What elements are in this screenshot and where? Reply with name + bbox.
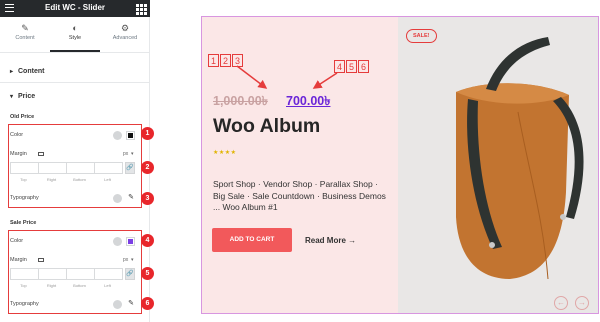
sale-price-margin-bottom[interactable] [66,268,95,280]
old-price-margin-bottom[interactable] [66,162,95,174]
marker-3: 3 [232,54,243,67]
sub-label-top: Top [20,283,27,288]
half-circle-icon: ◐ [72,23,78,33]
annotation-badge-6: 6 [141,297,154,310]
widgets-grid-icon[interactable] [136,4,147,15]
product-image-area: SALE! ← → [398,17,598,313]
tab-content[interactable]: ✎ Content [0,17,50,52]
old-price-typography-label: Typography [10,195,39,201]
sale-price-heading: Sale Price [10,220,37,226]
marker-4: 4 [334,60,345,73]
sale-price-global-color-icon[interactable] [113,237,122,246]
old-price-margin-label: Margin [10,151,27,157]
old-price-color-label: Color [10,132,24,138]
product-description: Sport Shop · Vendor Shop · Parallax Shop… [213,179,386,212]
annotation-badge-3: 3 [141,192,154,205]
annotation-badge-1: 1 [141,127,154,140]
section-content-label: Content [18,68,45,75]
old-price-global-color-icon[interactable] [113,131,122,140]
section-price[interactable]: ▾ Price [0,86,150,108]
editor-panel: Edit WC - Slider ✎ Content ◐ Style ⚙ Adv… [0,0,154,322]
old-price: 1,000.00৳ [213,94,268,108]
link-values-icon[interactable]: 🔗 [125,268,135,280]
pencil-icon: ✎ [21,23,29,33]
annotation-badge-5: 5 [141,267,154,280]
sale-price-margin-label: Margin [10,257,27,263]
panel-header: Edit WC - Slider [0,0,150,17]
gear-icon: ⚙ [120,23,130,33]
sale-price-margin-unit[interactable]: px [123,257,128,263]
tab-content-label: Content [15,35,35,41]
slider-next-button[interactable]: → [575,296,589,310]
star-rating: ★★★★ [213,150,237,156]
chevron-down-icon[interactable]: ▾ [131,257,134,263]
slider-preview: 1 2 3 4 5 6 1,000.00৳ 700.00৳ Woo Album … [201,16,599,314]
slide-content: 1 2 3 4 5 6 1,000.00৳ 700.00৳ Woo Album … [202,17,398,313]
tab-style[interactable]: ◐ Style [50,17,100,52]
desktop-icon[interactable] [38,258,44,262]
old-price-heading: Old Price [10,114,35,120]
section-content[interactable]: ▸ Content [0,61,150,83]
chevron-down-icon: ▾ [10,94,14,100]
sub-label-bottom: Bottom [73,283,86,288]
tab-style-label: Style [68,35,82,41]
screen: Edit WC - Slider ✎ Content ◐ Style ⚙ Adv… [0,0,600,322]
sub-label-right: Right [46,283,57,288]
old-price-margin-unit[interactable]: px [123,151,128,157]
chevron-right-icon: ▸ [10,69,14,75]
sale-price-margin-right[interactable] [38,268,67,280]
edit-typography-icon[interactable]: ✎ [126,299,136,309]
sale-price-margin-left[interactable] [94,268,123,280]
panel-tabs: ✎ Content ◐ Style ⚙ Advanced [0,17,150,53]
sub-label-right: Right [46,177,57,182]
old-price-color-swatch[interactable] [126,131,135,140]
tab-advanced[interactable]: ⚙ Advanced [100,17,150,52]
sub-label-top: Top [20,177,27,182]
sub-label-left: Left [104,283,111,288]
sub-label-left: Left [104,177,111,182]
desktop-icon[interactable] [38,152,44,156]
tab-advanced-label: Advanced [112,35,138,41]
panel-title: Edit WC - Slider [45,3,105,12]
arrow-right-icon: → [348,236,357,245]
product-bag-image [456,37,584,280]
old-price-margin-right[interactable] [38,162,67,174]
product-title[interactable]: Woo Album [213,115,320,138]
slider-prev-button[interactable]: ← [554,296,568,310]
sale-price-color-label: Color [10,238,24,244]
sale-price-color-swatch[interactable] [126,237,135,246]
marker-5: 5 [346,60,357,73]
link-values-icon[interactable]: 🔗 [125,162,135,174]
sale-price-global-typography-icon[interactable] [113,300,122,309]
old-price-margin-top[interactable] [10,162,39,174]
marker-6: 6 [358,60,369,73]
sub-label-bottom: Bottom [73,177,86,182]
marker-1: 1 [208,54,219,67]
old-price-margin-left[interactable] [94,162,123,174]
annotation-badge-2: 2 [141,161,154,174]
marker-2: 2 [220,54,231,67]
annotation-badge-4: 4 [141,234,154,247]
read-more-link[interactable]: Read More → [305,236,356,245]
sale-price-margin-top[interactable] [10,268,39,280]
old-price-global-typography-icon[interactable] [113,194,122,203]
edit-typography-icon[interactable]: ✎ [126,193,136,203]
chevron-down-icon[interactable]: ▾ [131,151,134,157]
sale-price[interactable]: 700.00৳ [286,93,330,113]
sale-price-typography-label: Typography [10,301,39,307]
section-price-label: Price [18,93,36,100]
add-to-cart-button[interactable]: ADD TO CART [212,228,292,252]
read-more-label: Read More [305,236,346,245]
